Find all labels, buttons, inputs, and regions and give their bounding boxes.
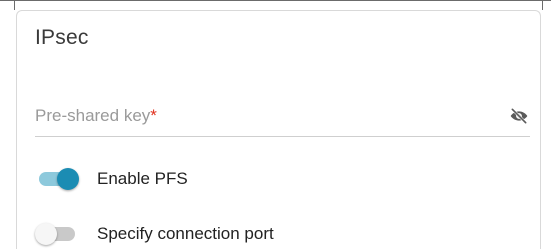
enable-pfs-switch[interactable] [39,168,79,190]
specify-port-switch[interactable] [35,223,75,245]
top-divider [0,0,551,1]
ipsec-panel: IPsec Pre-shared key* Enable PFS Specify… [0,0,551,249]
top-divider-tick-left [14,0,15,10]
section-title: IPsec [35,26,89,49]
specify-port-label: Specify connection port [97,224,274,243]
enable-pfs-label: Enable PFS [97,169,188,188]
eye-off-icon[interactable] [509,106,529,126]
specify-port-switch-knob [35,223,57,245]
pre-shared-key-field[interactable]: Pre-shared key* [35,98,530,138]
pre-shared-key-input[interactable] [35,98,495,136]
specify-port-toggle-row[interactable]: Specify connection port [35,221,435,249]
top-divider-tick-right [542,0,543,10]
enable-pfs-switch-knob [57,168,79,190]
enable-pfs-toggle-row[interactable]: Enable PFS [35,166,435,194]
field-underline [35,136,530,137]
